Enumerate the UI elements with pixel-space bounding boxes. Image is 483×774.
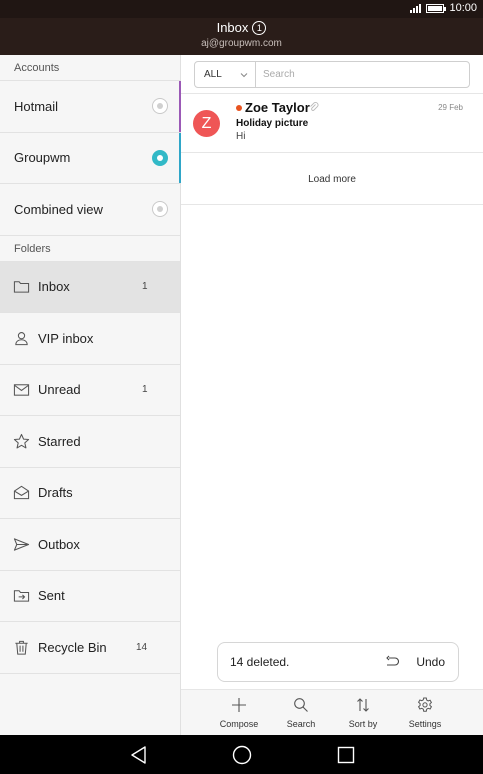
unread-count-badge: 1	[252, 20, 267, 35]
status-bar: 10:00	[0, 0, 483, 18]
search-button[interactable]: Search	[270, 690, 332, 735]
folder-label: VIP inbox	[38, 330, 94, 346]
sent-icon	[0, 587, 38, 604]
unread-dot-icon	[236, 105, 242, 111]
folder-count: 14	[136, 641, 148, 653]
folder-label: Sent	[38, 588, 65, 604]
gear-icon	[417, 697, 433, 712]
folder-unread[interactable]: Unread 1	[0, 365, 180, 416]
message-date: 29 Feb	[438, 103, 463, 112]
recent-apps-icon[interactable]	[335, 744, 357, 766]
sort-button[interactable]: Sort by	[332, 690, 394, 735]
chevron-down-icon	[240, 73, 248, 78]
account-label: Hotmail	[14, 98, 59, 114]
folder-drafts[interactable]: Drafts	[0, 468, 180, 519]
toolbar-label: Sort by	[348, 719, 378, 729]
attachment-icon	[310, 102, 319, 111]
navigation-bar	[0, 735, 483, 774]
folders-heading: Folders	[0, 236, 180, 262]
sort-icon	[357, 698, 369, 712]
folder-count: 1	[142, 281, 148, 293]
message-preview: Hi	[236, 131, 246, 142]
folder-vip-inbox[interactable]: VIP inbox	[0, 313, 180, 365]
page-title: Inbox	[216, 20, 249, 35]
send-icon	[0, 536, 38, 553]
folder-icon	[0, 278, 38, 295]
folder-label: Outbox	[38, 536, 80, 552]
folder-label: Unread	[38, 382, 81, 398]
signal-icon	[410, 3, 422, 13]
message-row[interactable]: Z Zoe Taylor 29 Feb Holiday picture Hi	[181, 94, 483, 153]
message-subject: Holiday picture	[236, 118, 309, 129]
star-icon	[0, 433, 38, 450]
folder-label: Starred	[38, 433, 81, 449]
search-input[interactable]	[256, 62, 469, 87]
sidebar: Accounts Hotmail Groupwm Combined view F…	[0, 55, 181, 735]
trash-icon	[0, 639, 38, 656]
folder-label: Drafts	[38, 485, 73, 501]
account-label: Combined view	[14, 201, 103, 217]
avatar: Z	[193, 110, 220, 137]
search-bar: ALL	[194, 61, 470, 88]
drafts-icon	[0, 484, 38, 501]
folder-count: 1	[142, 384, 148, 396]
account-email: aj@groupwm.com	[201, 38, 282, 49]
compose-button[interactable]: Compose	[208, 690, 270, 735]
filter-select[interactable]: ALL	[195, 62, 256, 87]
deleted-toast: 14 deleted. Undo	[217, 642, 459, 682]
folder-starred[interactable]: Starred	[0, 416, 180, 468]
folder-label: Inbox	[38, 279, 70, 295]
folder-outbox[interactable]: Outbox	[0, 519, 180, 571]
folder-sent[interactable]: Sent	[0, 571, 180, 622]
account-groupwm[interactable]: Groupwm	[0, 132, 181, 184]
account-label: Groupwm	[14, 150, 71, 166]
account-hotmail[interactable]: Hotmail	[0, 81, 181, 133]
envelope-icon	[0, 381, 38, 398]
message-list-pane: ALL Z Zoe Taylor 29 Feb Holiday picture …	[181, 55, 483, 735]
undo-button[interactable]: Undo	[416, 655, 445, 669]
account-radio-selected[interactable]	[152, 149, 168, 166]
accounts-heading: Accounts	[0, 55, 180, 81]
account-radio[interactable]	[152, 98, 168, 115]
plus-icon	[232, 698, 246, 712]
toolbar-label: Search	[286, 719, 316, 729]
settings-button[interactable]: Settings	[394, 690, 456, 735]
search-icon	[294, 698, 308, 712]
bottom-toolbar: Compose Search Sort by Settings	[181, 689, 483, 735]
home-icon[interactable]	[231, 744, 253, 766]
person-icon	[0, 330, 38, 347]
toolbar-label: Compose	[219, 719, 259, 729]
app-header: Inbox 1 aj@groupwm.com	[0, 18, 483, 55]
battery-icon	[426, 3, 447, 13]
folder-recycle-bin[interactable]: Recycle Bin 14	[0, 622, 180, 674]
undo-icon[interactable]	[384, 655, 400, 669]
status-time: 10:00	[449, 2, 477, 14]
message-sender: Zoe Taylor	[245, 100, 310, 115]
filter-value: ALL	[204, 69, 222, 80]
load-more-button[interactable]: Load more	[181, 154, 483, 205]
folder-inbox[interactable]: Inbox 1	[0, 261, 180, 313]
folder-label: Recycle Bin	[38, 639, 107, 655]
account-combined-view[interactable]: Combined view	[0, 184, 180, 236]
account-radio[interactable]	[152, 201, 168, 218]
toast-message: 14 deleted.	[230, 655, 290, 669]
back-icon[interactable]	[128, 744, 150, 766]
toolbar-label: Settings	[408, 719, 442, 729]
